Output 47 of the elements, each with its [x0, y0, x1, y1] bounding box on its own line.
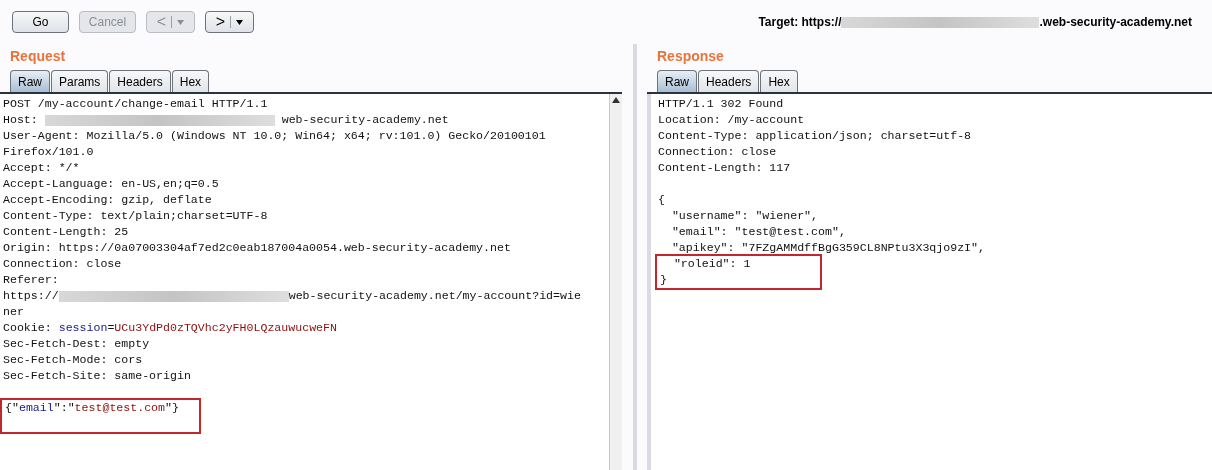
go-button[interactable]: Go — [12, 11, 69, 33]
code-line: Accept-Encoding: gzip, deflate — [2, 192, 213, 208]
code-line: Location: /my-account — [657, 112, 806, 128]
code-line: Accept-Language: en-US,en;q=0.5 — [2, 176, 220, 192]
tab[interactable]: Headers — [109, 70, 171, 92]
code-line: Referer: — [2, 272, 60, 288]
code-line: "username": "wiener", — [670, 208, 820, 224]
code-line: Content-Type: application/json; charset=utf-8 — [657, 128, 973, 144]
dropdown-caret-icon — [236, 19, 244, 25]
scrollbar[interactable] — [609, 94, 622, 470]
tab[interactable]: Hex — [171, 70, 210, 92]
scroll-up-arrow-icon[interactable] — [612, 96, 620, 104]
code-line: Sec-Fetch-Site: same-origin — [2, 368, 192, 384]
code-line: Sec-Fetch-Mode: cors — [2, 352, 144, 368]
history-button[interactable]: > — [205, 11, 254, 33]
code-line: Host: web-security-academy.net — [2, 112, 450, 128]
scrollbar[interactable] — [647, 94, 651, 470]
code-line: Origin: https://0a07003304af7ed2c0eab187004a0054.web-security-academy.net — [2, 240, 512, 256]
tab[interactable]: Raw — [657, 70, 697, 92]
tab[interactable]: Params — [51, 70, 109, 92]
code-line: "email": "test@test.com", — [670, 224, 847, 240]
code-line: Connection: close — [2, 256, 123, 272]
code-line: https:// web-security-academy.net/my-account?id=wie — [2, 288, 582, 304]
code-line: Content-Type: text/plain;charset=UTF-8 — [2, 208, 269, 224]
code-line: "apikey": "7FZgAMMdffBgG359CL8NPtu3X3qjo9zI", — [670, 240, 986, 256]
panel-title: Request — [9, 47, 67, 66]
code-line: Accept: */* — [2, 160, 81, 176]
target-url: Target: https:// .web-security-academy.net — [758, 14, 1192, 31]
code-line: {"email":"test@test.com"} — [4, 400, 179, 416]
code-line: Cookie: session=UCu3YdPd0zTQVhc2yFH0LQzauwucweFN — [2, 320, 338, 336]
code-line: { — [657, 192, 666, 208]
code-line: Firefox/101.0 — [2, 144, 95, 160]
code-line: "roleid": 1 — [672, 256, 751, 272]
panel-title: Response — [656, 47, 725, 66]
tab[interactable]: Raw — [10, 70, 50, 92]
code-line: Content-Length: 117 — [657, 160, 792, 176]
dropdown-caret-icon — [177, 19, 185, 25]
tab[interactable]: Headers — [698, 70, 760, 92]
code-line: HTTP/1.1 302 Found — [657, 96, 785, 112]
code-line: Sec-Fetch-Dest: empty — [2, 336, 151, 352]
code-line: POST /my-account/change-email HTTP/1.1 — [2, 96, 269, 112]
code-line: User-Agent: Mozilla/5.0 (Windows NT 10.0; Win64; x64; rv:101.0) Gecko/20100101 — [2, 128, 547, 144]
code-line: Content-Length: 25 — [2, 224, 130, 240]
code-line: ner — [2, 304, 25, 320]
code-line: Connection: close — [657, 144, 778, 160]
code-line: } — [659, 272, 668, 288]
tab[interactable]: Hex — [760, 70, 798, 92]
